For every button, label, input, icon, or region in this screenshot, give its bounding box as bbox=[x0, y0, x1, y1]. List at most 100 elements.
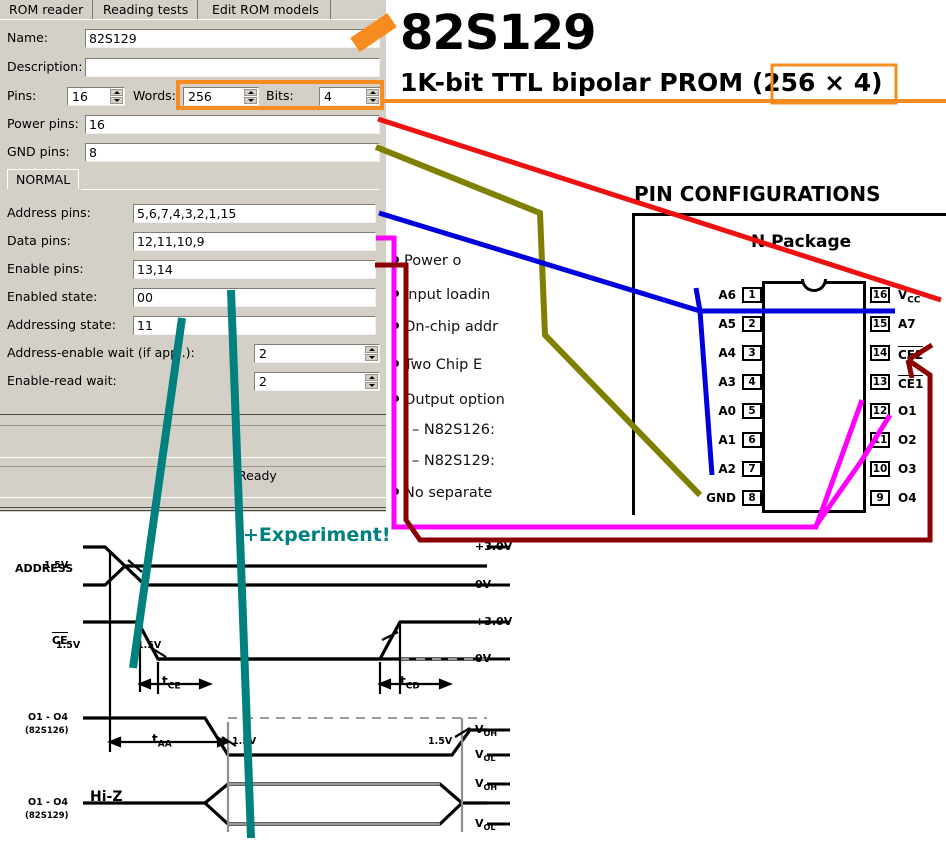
words-stepper-buttons[interactable] bbox=[244, 89, 257, 104]
pin-box-12: 12 bbox=[870, 403, 890, 419]
tab-reading-tests[interactable]: Reading tests bbox=[94, 0, 198, 19]
enable-read-wait-up[interactable] bbox=[365, 374, 378, 381]
pin-label-GND: GND bbox=[692, 491, 736, 505]
pins-stepper-down[interactable] bbox=[110, 97, 123, 104]
panel-separator-bottom2 bbox=[0, 510, 386, 511]
timing-level-3: 0V bbox=[475, 652, 491, 665]
description-input[interactable] bbox=[85, 58, 380, 77]
bits-label: Bits: bbox=[266, 86, 294, 106]
inner-tab-normal[interactable]: NORMAL bbox=[7, 169, 79, 189]
timing-interval-taa: tAA bbox=[152, 732, 172, 749]
timing-level-5: VOL bbox=[475, 748, 495, 763]
address-pins-input[interactable]: 5,6,7,4,3,2,1,15 bbox=[133, 204, 376, 223]
feature-bullet-5: No separate bbox=[392, 485, 492, 501]
timing-threshold-2: 1.5V bbox=[137, 640, 161, 651]
timing-interval-tce: tCE bbox=[162, 674, 181, 691]
timing-level-4: VOH bbox=[475, 723, 497, 738]
enable-pins-input[interactable]: 13,14 bbox=[133, 260, 376, 279]
enable-pins-label: Enable pins: bbox=[7, 259, 84, 279]
timing-signal-o1o4-126: O1 - O4 bbox=[28, 712, 68, 723]
enabled-state-input[interactable]: 00 bbox=[133, 288, 376, 307]
description-label: Description: bbox=[7, 57, 82, 77]
pin-label-O3: O3 bbox=[898, 462, 917, 476]
pin-box-6: 6 bbox=[742, 432, 762, 448]
experiment-annotation-label: +Experiment! bbox=[243, 524, 390, 546]
chip-package-body bbox=[762, 281, 866, 513]
panel-separator-5 bbox=[0, 497, 386, 498]
pin-box-15: 15 bbox=[870, 316, 890, 332]
bullet-dot-icon bbox=[392, 395, 399, 402]
pin-box-4: 4 bbox=[742, 374, 762, 390]
address-enable-wait-stepper[interactable]: 2 bbox=[254, 344, 380, 363]
package-label: N Package bbox=[751, 232, 851, 252]
pin-label-O2: O2 bbox=[898, 433, 917, 447]
address-enable-wait-down[interactable] bbox=[365, 354, 378, 361]
pin-label-VCC: VCC bbox=[898, 288, 921, 305]
addressing-state-label: Addressing state: bbox=[7, 315, 116, 335]
pin-label-A1: A1 bbox=[702, 433, 736, 447]
bullet-dot-icon bbox=[392, 360, 399, 367]
enable-read-wait-label: Enable-read wait: bbox=[7, 371, 117, 391]
timing-level-6: VOH bbox=[475, 777, 497, 792]
address-enable-wait-label: Address-enable wait (if appl.): bbox=[7, 343, 195, 363]
pin-label-A7: A7 bbox=[898, 317, 916, 331]
address-enable-wait-buttons[interactable] bbox=[365, 346, 378, 361]
words-stepper[interactable]: 256 bbox=[183, 87, 259, 106]
name-input[interactable]: 82S129 bbox=[85, 29, 380, 48]
bullet-dot-icon bbox=[392, 290, 399, 297]
sub-feature-1: – N82S129: bbox=[412, 453, 495, 469]
enabled-state-label: Enabled state: bbox=[7, 287, 97, 307]
pin-box-1: 1 bbox=[742, 287, 762, 303]
bits-stepper-up[interactable] bbox=[366, 89, 379, 96]
pins-stepper-up[interactable] bbox=[110, 89, 123, 96]
pin-label-A3: A3 bbox=[702, 375, 736, 389]
pins-stepper[interactable]: 16 bbox=[67, 87, 125, 106]
data-pins-label: Data pins: bbox=[7, 231, 71, 251]
power-pins-input[interactable]: 16 bbox=[85, 115, 380, 134]
data-pins-input[interactable]: 12,11,10,9 bbox=[133, 232, 376, 251]
words-stepper-up[interactable] bbox=[244, 89, 257, 96]
words-value: 256 bbox=[188, 89, 212, 104]
pin-label-A6: A6 bbox=[702, 288, 736, 302]
pin-box-16: 16 bbox=[870, 287, 890, 303]
pins-label: Pins: bbox=[7, 86, 36, 106]
timing-signal-o1o4-126-sub: (82S126) bbox=[25, 726, 68, 736]
address-enable-wait-up[interactable] bbox=[365, 346, 378, 353]
inner-tab-bar: NORMAL bbox=[7, 169, 379, 190]
pin-box-9: 9 bbox=[870, 490, 890, 506]
feature-bullet-3: Two Chip E bbox=[392, 357, 482, 373]
enable-read-wait-down[interactable] bbox=[365, 382, 378, 389]
pin-label-O4: O4 bbox=[898, 491, 917, 505]
pin-box-14: 14 bbox=[870, 345, 890, 361]
pin-label-A2: A2 bbox=[702, 462, 736, 476]
tab-bar: ROM reader Reading tests Edit ROM models bbox=[0, 0, 386, 20]
gnd-pins-input[interactable]: 8 bbox=[85, 143, 380, 162]
datasheet-subtitle: 1K-bit TTL bipolar PROM (256 × 4) bbox=[400, 68, 883, 97]
words-stepper-down[interactable] bbox=[244, 97, 257, 104]
pins-stepper-buttons[interactable] bbox=[110, 89, 123, 104]
bits-stepper-down[interactable] bbox=[366, 97, 379, 104]
inner-tab-bar-rest bbox=[81, 189, 379, 190]
timing-threshold-3: 1.5V bbox=[232, 736, 256, 747]
bits-stepper[interactable]: 4 bbox=[319, 87, 381, 106]
pin-label-CE1: CE1 bbox=[898, 375, 923, 391]
column-divider bbox=[632, 215, 635, 515]
timing-threshold-4: 1.5V bbox=[428, 736, 452, 747]
timing-signal-o1o4-129-sub: (82S129) bbox=[25, 811, 68, 821]
bits-value: 4 bbox=[324, 89, 332, 104]
name-label: Name: bbox=[7, 28, 48, 48]
addressing-state-input[interactable]: 11 bbox=[133, 316, 376, 335]
enable-read-wait-stepper[interactable]: 2 bbox=[254, 372, 380, 391]
pins-value: 16 bbox=[72, 89, 88, 104]
tab-edit-rom-models[interactable]: Edit ROM models bbox=[203, 0, 328, 19]
tab-bar-end bbox=[330, 0, 331, 19]
timing-level-2: +3.0V bbox=[475, 615, 512, 628]
timing-waveform-svg bbox=[0, 512, 540, 838]
bits-stepper-buttons[interactable] bbox=[366, 89, 379, 104]
timing-level-1: 0V bbox=[475, 578, 491, 591]
enable-read-wait-buttons[interactable] bbox=[365, 374, 378, 389]
pin-box-5: 5 bbox=[742, 403, 762, 419]
tab-rom-reader[interactable]: ROM reader bbox=[0, 0, 93, 19]
power-pins-label: Power pins: bbox=[7, 114, 79, 134]
pin-label-A0: A0 bbox=[702, 404, 736, 418]
